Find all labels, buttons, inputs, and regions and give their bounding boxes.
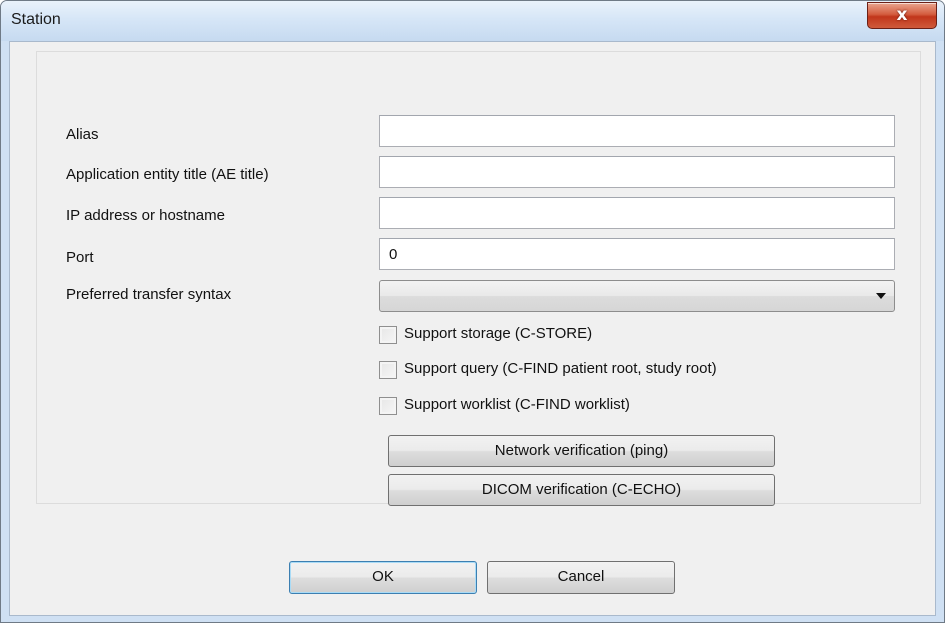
support-query-checkbox[interactable] (379, 361, 397, 379)
close-icon: x (896, 5, 908, 25)
support-storage-checkbox[interactable] (379, 326, 397, 344)
cancel-button[interactable]: Cancel (487, 561, 675, 594)
title-bar[interactable]: Station x (1, 1, 944, 41)
support-query-label[interactable]: Support query (C-FIND patient root, stud… (404, 360, 717, 377)
ok-button[interactable]: OK (289, 561, 477, 594)
port-label: Port (66, 249, 94, 266)
port-input[interactable] (379, 238, 895, 270)
ae-title-label: Application entity title (AE title) (66, 166, 269, 183)
support-storage-label[interactable]: Support storage (C-STORE) (404, 325, 592, 342)
transfer-syntax-select[interactable] (379, 280, 895, 312)
network-verification-button[interactable]: Network verification (ping) (388, 435, 775, 467)
ae-title-input[interactable] (379, 156, 895, 188)
alias-input[interactable] (379, 115, 895, 147)
station-dialog: Station x Alias Application entity title… (0, 0, 945, 623)
ip-address-label: IP address or hostname (66, 207, 225, 224)
chevron-down-icon (876, 293, 886, 299)
support-worklist-checkbox[interactable] (379, 397, 397, 415)
alias-label: Alias (66, 126, 99, 143)
window-title: Station (11, 11, 61, 28)
close-button[interactable]: x (867, 2, 937, 29)
dicom-verification-button[interactable]: DICOM verification (C-ECHO) (388, 474, 775, 506)
ip-address-input[interactable] (379, 197, 895, 229)
support-worklist-label[interactable]: Support worklist (C-FIND worklist) (404, 396, 630, 413)
transfer-syntax-label: Preferred transfer syntax (66, 286, 232, 303)
